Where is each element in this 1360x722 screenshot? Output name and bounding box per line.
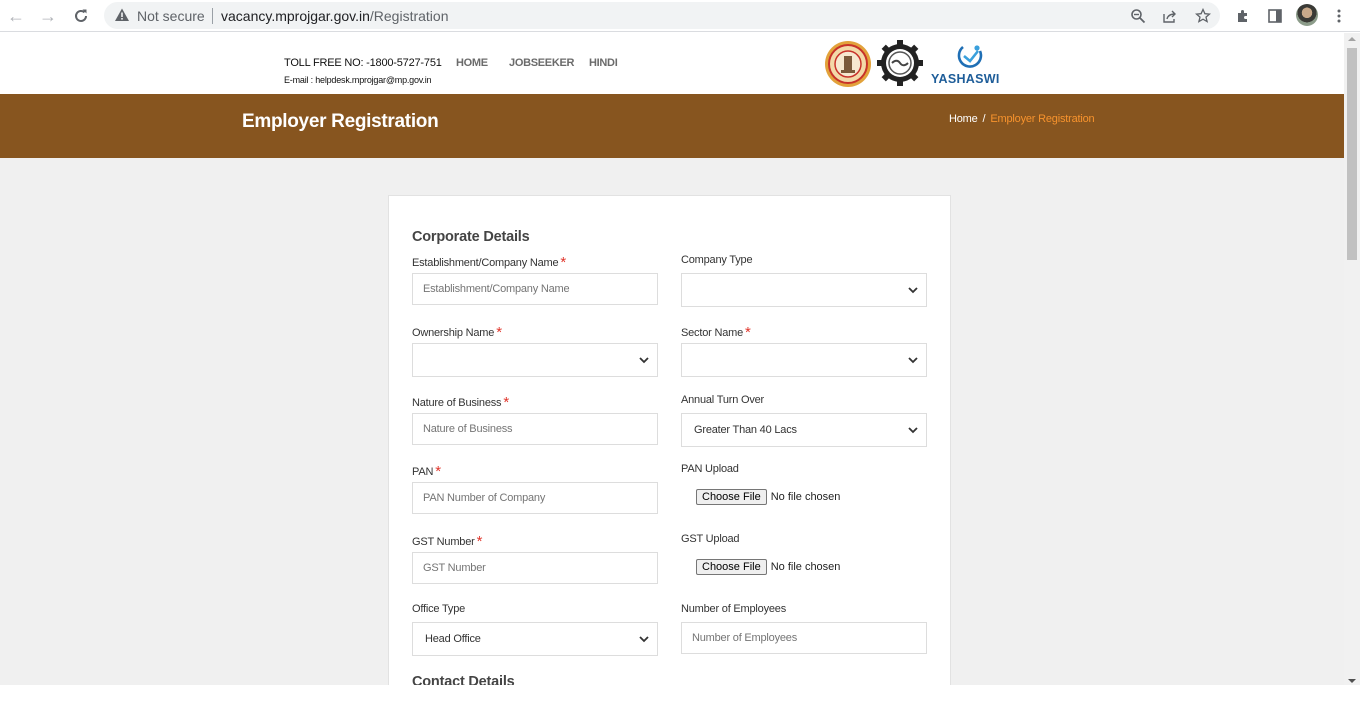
pan-input[interactable] [412, 482, 658, 514]
gst-upload-label: GST Upload [681, 533, 740, 545]
annual-turnover-select[interactable]: Greater Than 40 Lacs [681, 413, 927, 447]
site-header: TOLL FREE NO: -1800-5727-751 E-mail : he… [0, 33, 1344, 94]
nav-home[interactable]: HOME [456, 57, 488, 69]
pan-label: PAN * [412, 462, 441, 480]
url-host: vacancy.mprojgar.gov.in [221, 8, 370, 24]
pan-choose-file-button[interactable]: Choose File [696, 489, 767, 505]
window-bottom-edge [0, 685, 1360, 722]
required-star: * [560, 254, 567, 271]
label-text: PAN [412, 466, 434, 478]
required-star: * [503, 394, 509, 411]
required-star: * [496, 324, 502, 341]
chevron-down-icon [908, 357, 918, 364]
label-text: Nature of Business [412, 397, 502, 409]
company-name-input[interactable] [412, 273, 658, 305]
select-value: Greater Than 40 Lacs [694, 424, 797, 436]
breadcrumb: Home / Employer Registration [949, 113, 1095, 125]
pan-file-status: No file chosen [770, 491, 841, 503]
support-email: E-mail : helpdesk.mprojgar@mp.gov.in [284, 75, 432, 85]
breadcrumb-current: Employer Registration [990, 113, 1095, 125]
label-text: Sector Name [681, 327, 743, 339]
address-bar[interactable]: Not secure vacancy.mprojgar.gov.in/Regis… [104, 2, 1220, 29]
yashaswi-text: YASHASWI [931, 72, 1000, 86]
nav-jobseeker[interactable]: JOBSEEKER [509, 57, 574, 69]
office-type-select[interactable]: Head Office [412, 622, 658, 656]
company-name-label: Establishment/Company Name * [412, 253, 567, 271]
scroll-thumb[interactable] [1347, 48, 1357, 260]
share-icon[interactable] [1160, 6, 1180, 26]
extensions-icon[interactable] [1231, 4, 1255, 28]
bookmark-star-icon[interactable] [1193, 6, 1213, 26]
mp-government-emblem [825, 41, 871, 87]
profile-avatar[interactable] [1296, 4, 1318, 26]
page-viewport: TOLL FREE NO: -1800-5727-751 E-mail : he… [0, 33, 1344, 685]
breadcrumb-separator: / [982, 113, 986, 125]
browser-toolbar: ← → Not secure vacancy.mprojgar.gov.in/R… [0, 0, 1360, 32]
gst-number-input[interactable] [412, 552, 658, 584]
page-banner: Employer Registration Home / Employer Regi… [0, 94, 1344, 158]
label-text: GST Number [412, 536, 475, 548]
select-value: Head Office [425, 633, 481, 645]
yashaswi-figure-icon [957, 45, 983, 68]
nav-hindi[interactable]: HINDI [589, 57, 618, 69]
gst-upload-field: Choose File No file chosen [696, 559, 840, 575]
side-panel-icon[interactable] [1263, 4, 1287, 28]
annual-turnover-label: Annual Turn Over [681, 394, 765, 406]
office-type-label: Office Type [412, 603, 466, 615]
chevron-down-icon [639, 357, 649, 364]
scroll-up-arrow-icon[interactable] [1348, 37, 1356, 41]
page-scrollbar[interactable] [1344, 33, 1360, 685]
company-type-select[interactable] [681, 273, 927, 307]
required-star: * [745, 324, 751, 341]
section-title-contact: Contact Details [412, 674, 515, 685]
chevron-down-icon [639, 636, 649, 643]
ownership-name-label: Ownership Name * [412, 323, 502, 341]
registration-form-card: Corporate Details Establishment/Company … [388, 195, 951, 685]
sector-name-label: Sector Name * [681, 323, 751, 341]
security-label[interactable]: Not secure [137, 8, 205, 24]
pan-upload-label: PAN Upload [681, 463, 739, 475]
section-title-corporate: Corporate Details [412, 229, 530, 245]
gst-number-label: GST Number * [412, 532, 483, 550]
ownership-name-select[interactable] [412, 343, 658, 377]
warning-icon[interactable] [114, 7, 130, 23]
chevron-down-icon [908, 287, 918, 294]
nature-of-business-input[interactable] [412, 413, 658, 445]
required-star: * [435, 463, 441, 480]
num-employees-input[interactable] [681, 622, 927, 654]
required-star: * [476, 533, 483, 550]
nature-of-business-label: Nature of Business * [412, 393, 509, 411]
url-text[interactable]: vacancy.mprojgar.gov.in/Registration [221, 8, 448, 24]
sector-name-select[interactable] [681, 343, 927, 377]
company-type-label: Company Type [681, 254, 753, 266]
zoom-out-icon[interactable] [1128, 6, 1148, 26]
pan-upload-field: Choose File No file chosen [696, 489, 840, 505]
label-text: Ownership Name [412, 327, 495, 339]
yashaswi-logo: YASHASWI [930, 43, 1012, 87]
gst-choose-file-button[interactable]: Choose File [696, 559, 767, 575]
reload-icon[interactable] [69, 4, 93, 28]
chevron-down-icon [908, 427, 918, 434]
back-icon[interactable]: ← [4, 4, 28, 28]
num-employees-label: Number of Employees [681, 603, 787, 615]
employment-department-gear-logo [877, 40, 923, 86]
toll-free-number: TOLL FREE NO: -1800-5727-751 [284, 57, 442, 69]
label-text: Establishment/Company Name [412, 257, 559, 269]
url-path: /Registration [369, 8, 449, 24]
forward-icon[interactable]: → [36, 4, 60, 28]
scroll-down-arrow-icon[interactable] [1348, 679, 1356, 683]
omnibox-separator [212, 8, 213, 24]
page-title: Employer Registration [242, 111, 439, 132]
breadcrumb-home[interactable]: Home [949, 113, 978, 125]
gst-file-status: No file chosen [770, 561, 841, 573]
menu-kebab-icon[interactable] [1327, 4, 1351, 28]
